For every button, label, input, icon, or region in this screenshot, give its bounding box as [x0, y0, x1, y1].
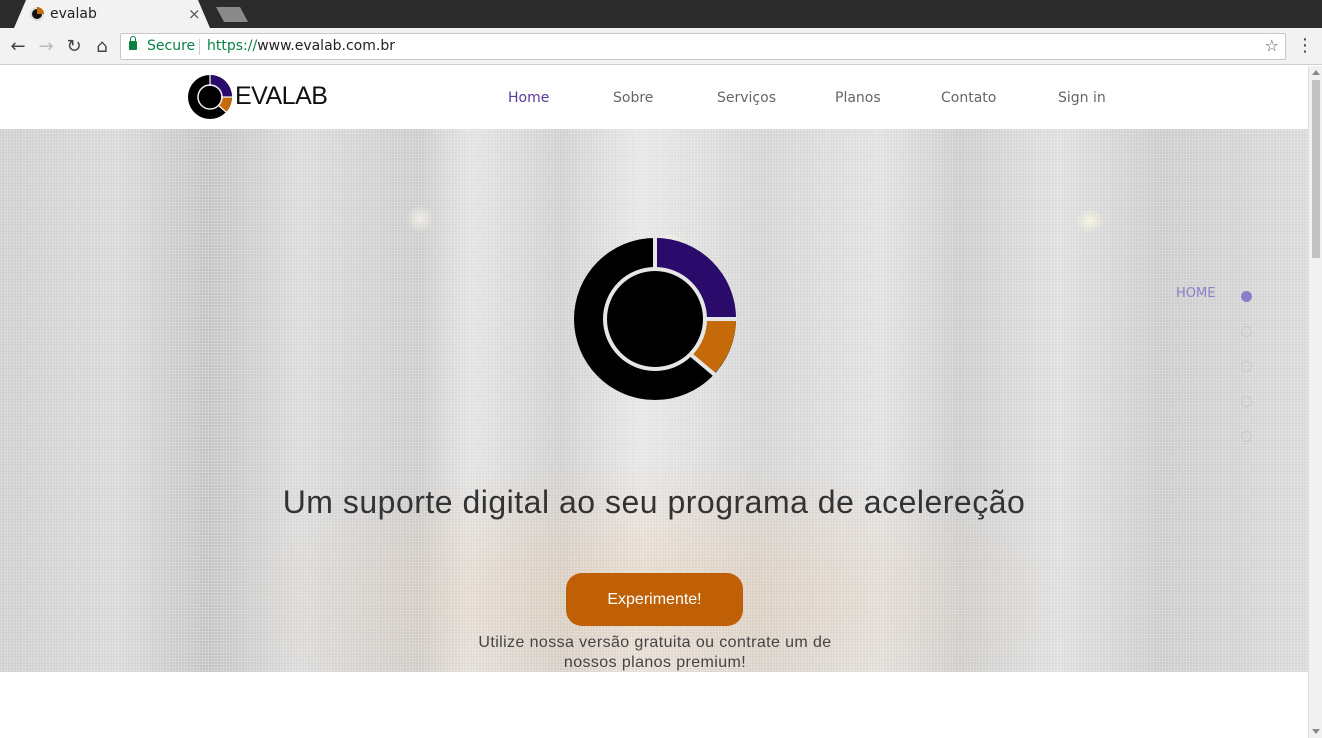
section-dot-5[interactable] — [1241, 431, 1252, 442]
lock-icon — [129, 36, 137, 50]
reload-icon: ↻ — [66, 35, 82, 57]
back-icon: ← — [10, 35, 26, 57]
browser-toolbar: ← → ↻ ⌂ Secure https://www.evalab.com.br… — [0, 28, 1322, 65]
favicon-icon — [30, 7, 44, 21]
section-dot-4[interactable] — [1241, 396, 1252, 407]
logo-mark-icon — [188, 75, 232, 119]
experimente-button[interactable]: Experimente! — [566, 573, 743, 626]
nav-servicos[interactable]: Serviços — [717, 90, 776, 106]
tab-close-button[interactable]: × — [188, 5, 201, 23]
forward-button[interactable]: → — [34, 34, 58, 58]
site-header: EVALAB Home Sobre Serviços Planos Contat… — [0, 66, 1308, 129]
nav-sobre[interactable]: Sobre — [613, 90, 653, 106]
star-icon[interactable]: ☆ — [1265, 36, 1279, 55]
tab-title: evalab — [50, 6, 97, 22]
new-tab-button[interactable] — [216, 7, 248, 22]
browser-tab[interactable]: evalab × — [14, 0, 210, 28]
scroll-up-icon[interactable] — [1312, 70, 1320, 75]
url-host: www.evalab.com.br — [257, 38, 395, 54]
scroll-thumb[interactable] — [1312, 80, 1320, 258]
logo-text: EVALAB — [235, 82, 328, 110]
forward-icon: → — [38, 35, 54, 57]
nav-sign-in[interactable]: Sign in — [1058, 90, 1106, 106]
menu-icon[interactable]: ⋮ — [1296, 35, 1314, 56]
scroll-down-icon[interactable] — [1312, 729, 1320, 734]
page-scrollbar[interactable] — [1308, 66, 1322, 738]
nav-home[interactable]: Home — [508, 90, 549, 106]
nav-contato[interactable]: Contato — [941, 90, 996, 106]
home-button[interactable]: ⌂ — [90, 34, 114, 58]
hero-section: Um suporte digital ao seu programa de ac… — [0, 129, 1308, 672]
tab-strip: evalab × — [0, 0, 1322, 28]
url-scheme: https:// — [207, 38, 258, 54]
hero-subtitle: Utilize nossa versão gratuita ou contrat… — [478, 634, 832, 671]
section-dot-2[interactable] — [1241, 326, 1252, 337]
nav-planos[interactable]: Planos — [835, 90, 881, 106]
hero-title: Um suporte digital ao seu programa de ac… — [282, 484, 1026, 520]
hero-logo-icon — [574, 237, 737, 400]
home-icon: ⌂ — [96, 35, 108, 57]
section-nav-label: HOME — [1176, 286, 1216, 301]
secure-label: Secure — [147, 38, 196, 54]
back-button[interactable]: ← — [6, 34, 30, 58]
section-dot-3[interactable] — [1241, 361, 1252, 372]
section-dot-1[interactable] — [1241, 291, 1252, 302]
url-text[interactable]: https://www.evalab.com.br — [207, 38, 395, 54]
page-viewport: EVALAB Home Sobre Serviços Planos Contat… — [0, 66, 1308, 738]
reload-button[interactable]: ↻ — [62, 34, 86, 58]
address-bar[interactable]: Secure https://www.evalab.com.br ☆ — [120, 33, 1286, 60]
site-logo[interactable]: EVALAB — [187, 74, 337, 120]
address-separator — [199, 39, 200, 55]
